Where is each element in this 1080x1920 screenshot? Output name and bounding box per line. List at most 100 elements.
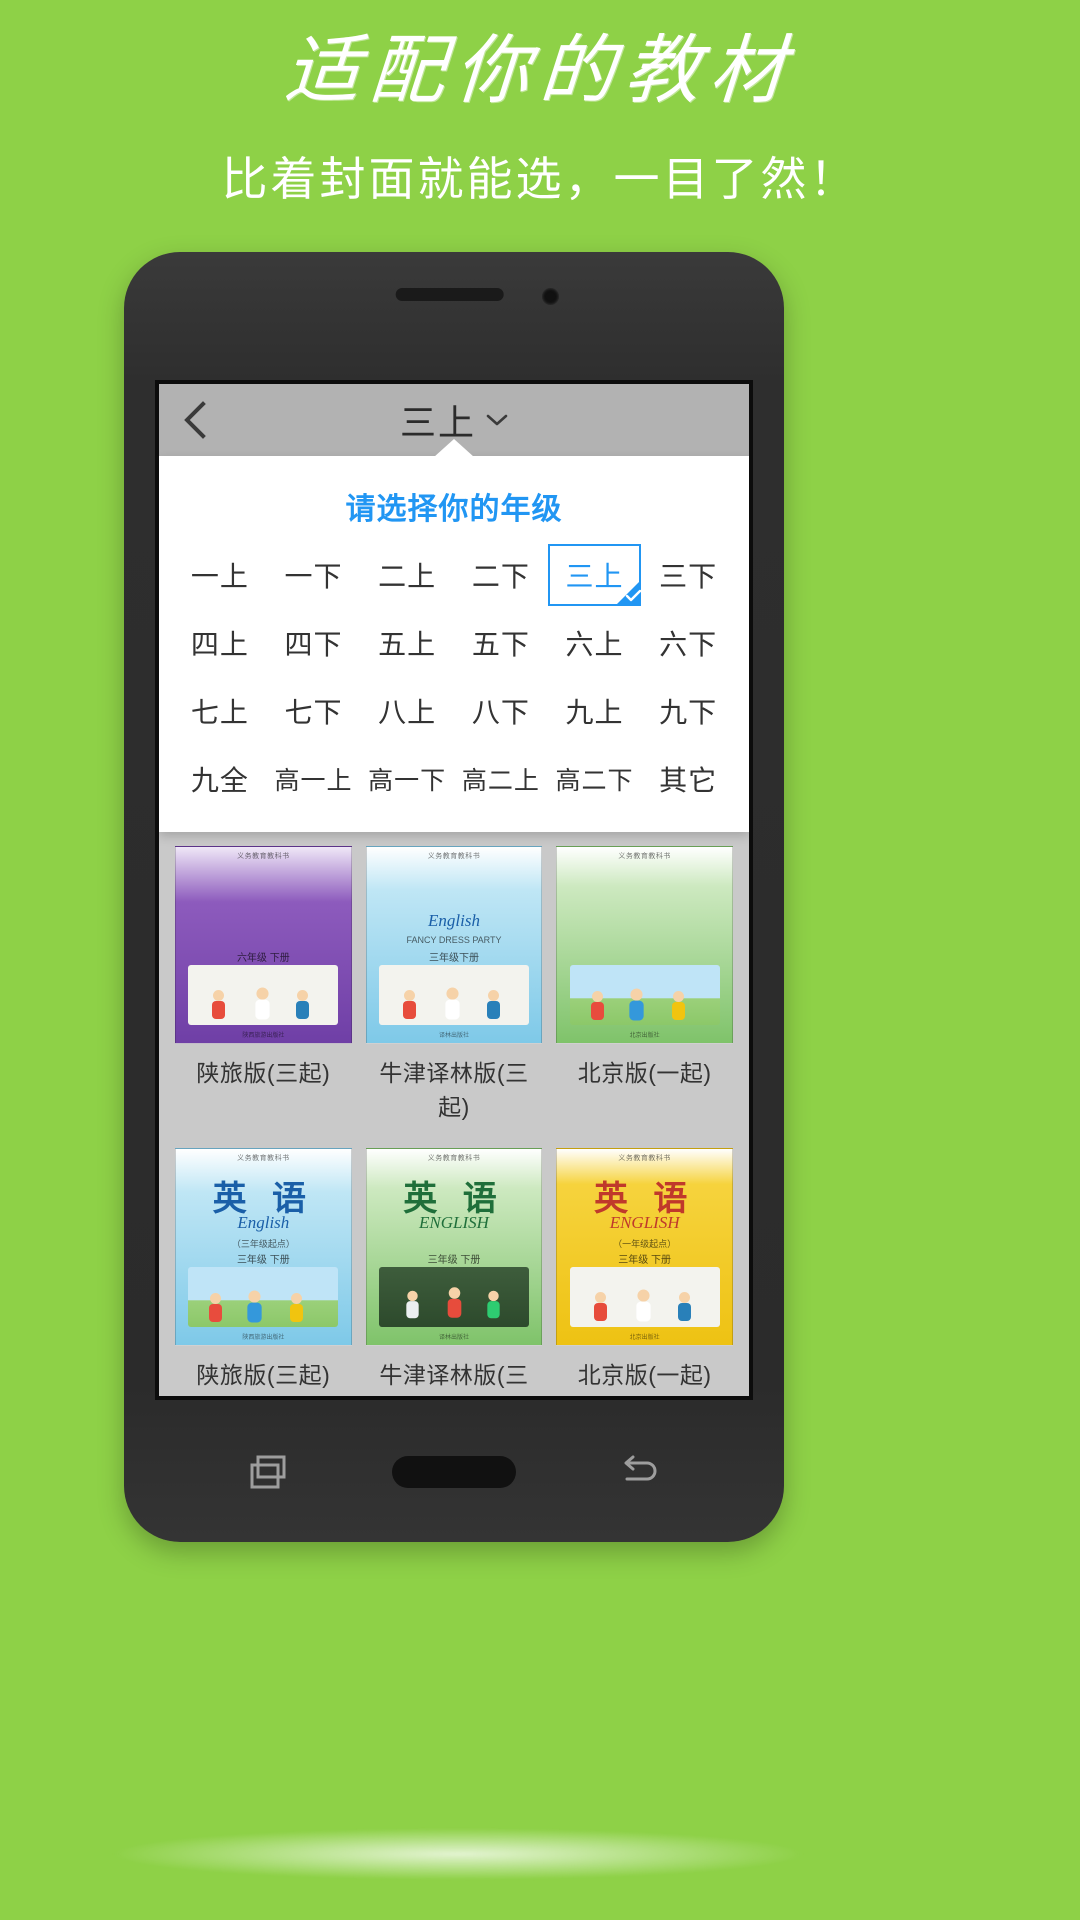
cover-publisher: 北京出版社	[629, 1033, 660, 1039]
cover-publisher: 陕西旅游出版社	[242, 1335, 285, 1341]
textbook-grid: 义务教育教科书 六年级 下册 陕西旅游出版社陕旅版(三起) 义务教育教科书 Englis…	[159, 832, 749, 1396]
cover-publisher: 陕西旅游出版社	[242, 1033, 285, 1039]
phone-top-bezel	[124, 252, 784, 380]
cover-artwork	[569, 965, 720, 1025]
grade-option-label: 四上	[190, 629, 249, 660]
textbook-row: 义务教育教科书英 语 English （三年级起点） 三年级 下册 陕西旅游出版社 陕旅版…	[175, 1134, 733, 1396]
grade-option-四下[interactable]: 四下	[266, 612, 361, 674]
grade-option-label: 一上	[190, 561, 249, 592]
grade-option-八下[interactable]: 八下	[453, 680, 548, 742]
cover-artwork	[378, 1267, 530, 1327]
textbook-cover: 义务教育教科书 六年级 下册 陕西旅游出版社	[175, 846, 352, 1044]
back-arrow-icon[interactable]	[617, 1449, 663, 1495]
grade-option-七下[interactable]: 七下	[266, 680, 361, 742]
grade-option-label: 六下	[659, 629, 718, 660]
grade-option-高一上[interactable]: 高一上	[266, 748, 361, 810]
textbook-item[interactable]: 义务教育教科书英 语 English （三年级起点） 三年级 下册 陕西旅游出版社 陕旅版…	[175, 1148, 352, 1396]
back-button[interactable]	[175, 400, 215, 440]
grade-option-label: 四下	[284, 629, 343, 660]
cover-publisher: 译林出版社	[438, 1033, 469, 1039]
textbook-item[interactable]: 义务教育教科书 English FANCY DRESS PARTY 三年级下册 译林出版…	[365, 846, 543, 1134]
grade-option-二下[interactable]: 二下	[453, 544, 548, 606]
cover-grade-line: 三年级下册	[428, 953, 479, 964]
cover-publisher: 译林出版社	[438, 1335, 469, 1341]
grade-option-label: 高一上	[274, 767, 353, 795]
textbook-item[interactable]: 义务教育教科书 六年级 下册 陕西旅游出版社陕旅版(三起)	[175, 846, 352, 1134]
grade-option-一下[interactable]: 一下	[266, 544, 361, 606]
grade-option-一上[interactable]: 一上	[173, 544, 267, 606]
phone-screen: 三上 请选择你的年级 一上 一下 二上 二下 三上 三下四上 四下 五上 五下 六上 六下七上 七下 八…	[155, 380, 753, 1400]
textbook-cover: 义务教育教科书 English FANCY DRESS PARTY 三年级下册 译林出版…	[365, 846, 543, 1044]
grade-option-三下[interactable]: 三下	[641, 544, 735, 606]
chevron-down-icon	[486, 414, 508, 426]
grade-option-label: 八下	[471, 697, 530, 728]
grade-option-三上[interactable]: 三上	[547, 544, 642, 606]
grade-option-label: 七下	[284, 697, 343, 728]
cover-artwork	[188, 965, 339, 1025]
page-subtitle: 比着封面就能选，一目了然！	[221, 152, 859, 205]
promo-header: 适配你的教材 比着封面就能选，一目了然！	[0, 0, 1080, 209]
android-nav-keys	[124, 1424, 784, 1520]
grade-option-五上[interactable]: 五上	[360, 612, 454, 674]
cover-header: 义务教育教科书	[237, 1155, 290, 1162]
cover-title-en: ENGLISH	[609, 1213, 680, 1232]
textbook-cover: 义务教育教科书英 语 ENGLISH （一年级起点） 三年级 下册 北京出版社	[556, 1148, 733, 1346]
phone-mockup: 三上 请选择你的年级 一上 一下 二上 二下 三上 三下四上 四下 五上 五下 六上 六下七上 七下 八…	[124, 252, 784, 1542]
cover-header: 义务教育教科书	[618, 1155, 671, 1162]
cover-artwork	[188, 1267, 339, 1327]
front-camera-icon	[542, 288, 559, 305]
grade-option-九下[interactable]: 九下	[641, 680, 735, 742]
grade-option-高二上[interactable]: 高二上	[453, 748, 548, 810]
recent-apps-icon[interactable]	[245, 1449, 291, 1495]
page-title: 适配你的教材	[281, 26, 799, 114]
ground-shadow	[108, 1828, 808, 1880]
grade-option-其它[interactable]: 其它	[641, 748, 735, 810]
textbook-cover: 义务教育教科书英 语 ENGLISH 三年级 下册 译林出版社	[365, 1148, 543, 1346]
cover-title-en: English	[428, 911, 480, 930]
grade-dropdown-panel: 请选择你的年级 一上 一下 二上 二下 三上 三下四上 四下 五上 五下 六上 六下七上 七下 八上 八下…	[159, 439, 749, 832]
grade-option-八上[interactable]: 八上	[360, 680, 454, 742]
cover-artwork	[569, 1267, 720, 1327]
grade-option-九全[interactable]: 九全	[173, 748, 267, 810]
grade-option-九上[interactable]: 九上	[547, 680, 642, 742]
grade-option-四上[interactable]: 四上	[173, 612, 267, 674]
grade-option-label: 高二上	[461, 767, 540, 795]
cover-header: 义务教育教科书	[618, 853, 671, 860]
earpiece-speaker	[395, 288, 504, 301]
cover-title-en: ENGLISH	[419, 1213, 489, 1232]
grade-option-label: 五下	[471, 629, 530, 660]
chevron-left-icon	[184, 401, 206, 439]
grade-option-六上[interactable]: 六上	[547, 612, 642, 674]
grade-option-label: 二上	[378, 561, 437, 592]
grade-option-label: 七上	[190, 697, 249, 728]
textbook-label: 北京版(一起)	[577, 1362, 712, 1388]
grade-option-高一下[interactable]: 高一下	[360, 748, 454, 810]
dropdown-heading: 请选择你的年级	[345, 493, 563, 526]
cover-grade-line: 三年级 下册	[427, 1255, 481, 1266]
grade-option-label: 八上	[378, 697, 437, 728]
grade-option-五下[interactable]: 五下	[453, 612, 548, 674]
grade-option-label: 五上	[378, 629, 437, 660]
textbook-item[interactable]: 义务教育教科书英 语 ENGLISH （一年级起点） 三年级 下册 北京出版社 北京版(一…	[556, 1148, 733, 1396]
grade-option-label: 三下	[659, 561, 718, 592]
textbook-label: 陕旅版(三起)	[196, 1060, 331, 1086]
grade-option-高二下[interactable]: 高二下	[547, 748, 642, 810]
textbook-label: 牛津译林版(三起)	[379, 1362, 529, 1388]
textbook-cover: 义务教育教科书英 语 English （三年级起点） 三年级 下册 陕西旅游出版社	[175, 1148, 352, 1346]
grade-option-六下[interactable]: 六下	[641, 612, 735, 674]
grade-option-七上[interactable]: 七上	[173, 680, 267, 742]
cover-header: 义务教育教科书	[427, 853, 481, 860]
grade-option-label: 高二下	[555, 767, 634, 795]
grade-option-二上[interactable]: 二上	[360, 544, 454, 606]
textbook-label: 牛津译林版(三起)	[379, 1060, 529, 1120]
cover-grade-line: 三年级 下册	[236, 1255, 290, 1266]
cover-header: 义务教育教科书	[427, 1155, 481, 1162]
cover-subline: （一年级起点）	[613, 1239, 677, 1249]
grade-option-label: 一下	[284, 561, 343, 592]
cover-artwork	[378, 965, 530, 1025]
home-pill-icon[interactable]	[391, 1456, 516, 1488]
textbook-item[interactable]: 义务教育教科书 北京出版社 北京版(一起)	[556, 846, 733, 1134]
grade-option-label: 九下	[659, 697, 718, 728]
textbook-label: 陕旅版(三起)	[196, 1362, 331, 1388]
textbook-item[interactable]: 义务教育教科书英 语ENGLISH三年级 下册译林出版社牛津译林版(三起)	[365, 1148, 543, 1396]
